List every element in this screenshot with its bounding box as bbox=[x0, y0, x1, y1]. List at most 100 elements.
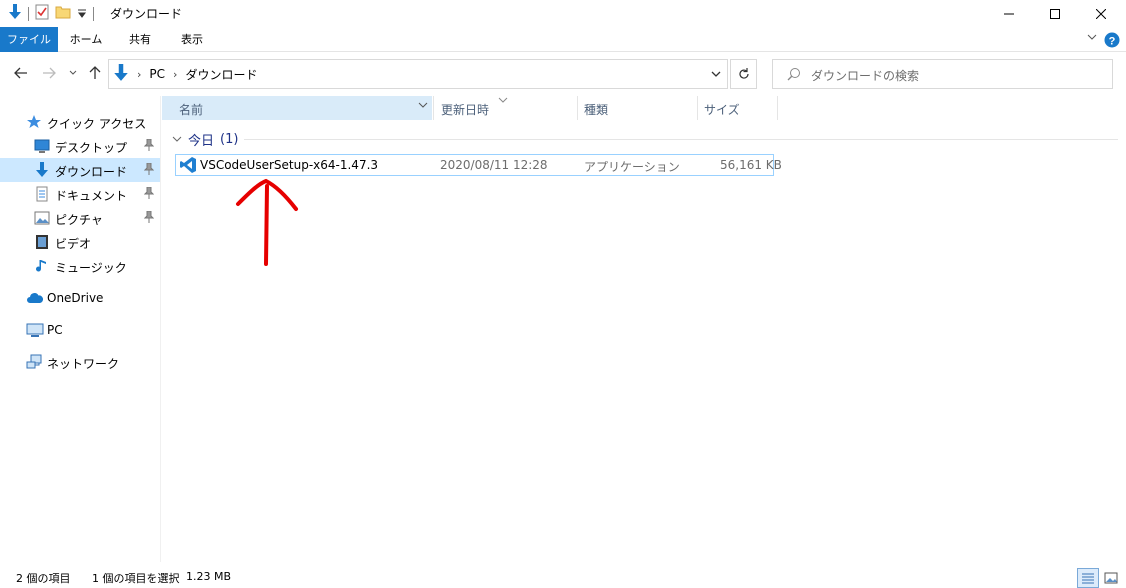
navigation-bar: › PC › ダウンロード ダウンロードの検索 bbox=[0, 52, 1126, 96]
properties-icon[interactable] bbox=[35, 4, 49, 23]
minimize-button[interactable] bbox=[986, 0, 1032, 27]
file-modified: 2020/08/11 12:28 bbox=[440, 158, 548, 172]
ribbon: ファイル ホーム 共有 表示 ? bbox=[0, 27, 1126, 52]
help-button[interactable]: ? bbox=[1104, 32, 1120, 51]
new-folder-icon[interactable] bbox=[55, 5, 71, 22]
sidebar-item-network[interactable]: ネットワーク bbox=[0, 350, 160, 374]
customize-toolbar-icon[interactable] bbox=[77, 7, 87, 21]
refresh-icon bbox=[738, 68, 749, 79]
sidebar-item-documents[interactable]: ドキュメント bbox=[0, 182, 160, 206]
cloud-icon bbox=[26, 290, 44, 306]
chevron-down-icon bbox=[69, 70, 77, 75]
divider bbox=[244, 139, 1118, 140]
chevron-right-icon[interactable]: › bbox=[173, 68, 177, 81]
details-view-icon bbox=[1082, 573, 1094, 584]
pin-icon[interactable] bbox=[143, 162, 155, 178]
video-icon bbox=[34, 234, 50, 250]
file-type: アプリケーション bbox=[584, 160, 680, 174]
svg-text:?: ? bbox=[1109, 36, 1116, 48]
sidebar-item-downloads[interactable]: ダウンロード bbox=[0, 158, 160, 182]
sidebar-item-onedrive[interactable]: OneDrive bbox=[0, 286, 160, 310]
pin-icon[interactable] bbox=[143, 186, 155, 202]
sidebar-item-quick-access[interactable]: クイック アクセス bbox=[0, 110, 160, 134]
breadcrumb-pc[interactable]: PC bbox=[149, 67, 165, 81]
group-header-today[interactable]: 今日 (1) bbox=[172, 130, 238, 149]
chevron-down-icon[interactable] bbox=[418, 99, 428, 113]
network-icon bbox=[26, 354, 42, 370]
column-header-size[interactable]: サイズ bbox=[704, 101, 740, 118]
back-arrow-icon bbox=[14, 67, 27, 79]
column-header-type[interactable]: 種類 bbox=[584, 101, 608, 118]
sidebar-item-label: ビデオ bbox=[55, 237, 92, 251]
computer-icon bbox=[26, 322, 44, 338]
star-icon bbox=[26, 114, 42, 130]
annotation-arrow bbox=[236, 178, 298, 266]
sidebar-item-desktop[interactable]: デスクトップ bbox=[0, 134, 160, 158]
window-title: ダウンロード bbox=[110, 7, 183, 21]
title-bar: ダウンロード bbox=[0, 0, 1126, 27]
maximize-button[interactable] bbox=[1032, 0, 1078, 27]
sidebar-item-label: クイック アクセス bbox=[47, 117, 147, 131]
tab-file[interactable]: ファイル bbox=[0, 27, 58, 52]
file-name[interactable]: VSCodeUserSetup-x64-1.47.3 bbox=[200, 158, 378, 172]
search-box[interactable]: ダウンロードの検索 bbox=[772, 59, 1113, 89]
file-row[interactable]: VSCodeUserSetup-x64-1.47.3 2020/08/11 12… bbox=[175, 154, 782, 176]
sidebar-item-pictures[interactable]: ピクチャ bbox=[0, 206, 160, 230]
search-input[interactable]: ダウンロードの検索 bbox=[811, 67, 919, 84]
details-view-button[interactable] bbox=[1077, 568, 1099, 588]
column-headers: 名前 更新日時 種類 サイズ bbox=[162, 96, 762, 120]
sidebar-item-label: ダウンロード bbox=[55, 165, 128, 179]
close-icon bbox=[1096, 8, 1106, 19]
column-header-label: 名前 bbox=[179, 103, 204, 117]
address-dropdown-icon[interactable] bbox=[711, 68, 721, 82]
refresh-button[interactable] bbox=[730, 59, 757, 89]
document-icon bbox=[34, 186, 50, 202]
forward-arrow-icon bbox=[43, 67, 56, 79]
divider bbox=[28, 6, 29, 21]
back-button[interactable] bbox=[12, 64, 30, 82]
forward-button[interactable] bbox=[40, 64, 58, 82]
tab-share[interactable]: 共有 bbox=[116, 27, 164, 52]
address-bar[interactable]: › PC › ダウンロード bbox=[108, 59, 728, 89]
sidebar-item-label: ピクチャ bbox=[55, 213, 103, 227]
column-divider[interactable] bbox=[697, 96, 698, 120]
column-divider[interactable] bbox=[433, 96, 434, 120]
sidebar-item-label: デスクトップ bbox=[55, 141, 128, 155]
chevron-down-icon[interactable] bbox=[172, 132, 182, 147]
divider bbox=[93, 6, 94, 21]
recent-locations-button[interactable] bbox=[64, 64, 82, 82]
music-icon bbox=[34, 258, 50, 274]
sidebar-item-label: ネットワーク bbox=[47, 357, 120, 371]
tab-view[interactable]: 表示 bbox=[168, 27, 216, 52]
breadcrumb-downloads[interactable]: ダウンロード bbox=[185, 66, 257, 83]
pin-icon[interactable] bbox=[143, 138, 155, 154]
up-arrow-icon bbox=[89, 66, 101, 79]
sidebar-item-videos[interactable]: ビデオ bbox=[0, 230, 160, 254]
navigation-pane: クイック アクセス デスクトップ ダウンロード ドキュメント ピクチャ ビデオ bbox=[0, 96, 161, 562]
large-icons-view-button[interactable] bbox=[1100, 568, 1122, 588]
column-divider[interactable] bbox=[577, 96, 578, 120]
item-count: 2 個の項目 bbox=[16, 572, 71, 585]
up-button[interactable] bbox=[86, 64, 104, 82]
sort-indicator-icon bbox=[498, 93, 508, 107]
sidebar-item-pc[interactable]: PC bbox=[0, 318, 160, 342]
pin-icon[interactable] bbox=[143, 210, 155, 226]
expand-ribbon-icon[interactable] bbox=[1086, 31, 1098, 46]
download-icon bbox=[34, 162, 50, 178]
chevron-right-icon[interactable]: › bbox=[137, 68, 141, 81]
column-divider[interactable] bbox=[777, 96, 778, 120]
close-button[interactable] bbox=[1078, 0, 1124, 27]
sidebar-item-label: OneDrive bbox=[47, 291, 104, 305]
help-icon: ? bbox=[1104, 32, 1120, 48]
desktop-icon bbox=[34, 138, 50, 154]
maximize-icon bbox=[1050, 8, 1060, 19]
minimize-icon bbox=[1004, 13, 1014, 14]
download-icon[interactable] bbox=[8, 4, 22, 23]
tab-home[interactable]: ホーム bbox=[62, 27, 110, 52]
selection-size: 1.23 MB bbox=[186, 570, 232, 583]
group-count: (1) bbox=[220, 132, 239, 147]
column-header-modified[interactable]: 更新日時 bbox=[441, 101, 489, 118]
sidebar-item-label: ドキュメント bbox=[55, 189, 128, 203]
sidebar-item-music[interactable]: ミュージック bbox=[0, 254, 160, 278]
file-size: 56,161 KB bbox=[720, 158, 782, 172]
